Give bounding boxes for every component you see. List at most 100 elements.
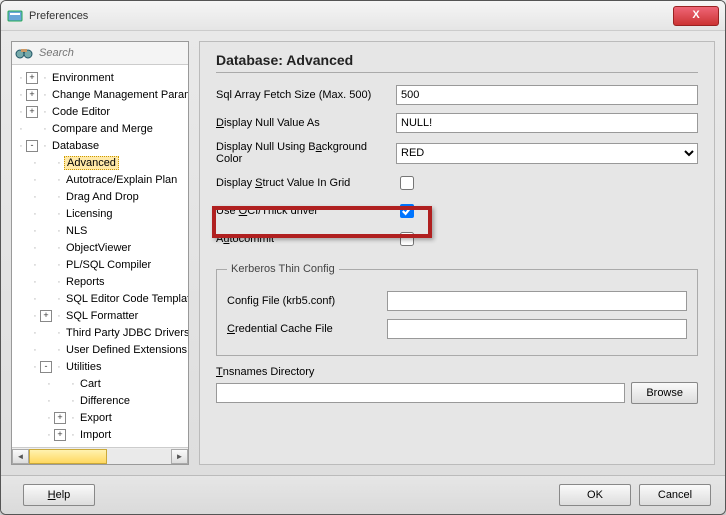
fetch-size-input[interactable]: [396, 85, 698, 105]
tree-item[interactable]: ··Advanced: [12, 154, 188, 171]
settings-panel: Database: Advanced Sql Array Fetch Size …: [199, 41, 715, 465]
search-row: [12, 42, 188, 65]
tree-item[interactable]: ··Difference: [12, 392, 188, 409]
tree-spacer: [40, 225, 52, 237]
tree-spacer: [40, 293, 52, 305]
tree-spacer: [26, 123, 38, 135]
tree-item-label: Licensing: [64, 208, 114, 220]
expand-icon[interactable]: +: [40, 310, 52, 322]
struct-grid-row: Display Struct Value In Grid: [216, 173, 698, 193]
tree-item-label: Difference: [78, 395, 132, 407]
tree-hscrollbar[interactable]: ◄ ►: [12, 447, 188, 464]
tree-item[interactable]: ··Licensing: [12, 205, 188, 222]
tree-item[interactable]: ··NLS: [12, 222, 188, 239]
dialog-footer: Help OK Cancel: [1, 475, 725, 514]
tree-item[interactable]: ··ObjectViewer: [12, 239, 188, 256]
browse-button[interactable]: Browse: [631, 382, 698, 404]
tree-spacer: [54, 378, 66, 390]
tree-item-label: Utilities: [64, 361, 103, 373]
tree-item[interactable]: ··User Defined Extensions: [12, 341, 188, 358]
tree-spacer: [40, 276, 52, 288]
collapse-icon[interactable]: -: [40, 361, 52, 373]
null-bg-row: Display Null Using Background Color RED: [216, 141, 698, 165]
krb-cred-input[interactable]: [387, 319, 687, 339]
preferences-window: Preferences X ·+·Environment·+·Change Ma…: [0, 0, 726, 515]
tree-item[interactable]: ·+·SQL Formatter: [12, 307, 188, 324]
fetch-size-label: Sql Array Fetch Size (Max. 500): [216, 89, 396, 101]
struct-grid-checkbox[interactable]: [400, 176, 414, 190]
tree-item[interactable]: ··PL/SQL Compiler: [12, 256, 188, 273]
tree-spacer: [54, 395, 66, 407]
cancel-button[interactable]: Cancel: [639, 484, 711, 506]
tree-item[interactable]: ··SQL Editor Code Templates: [12, 290, 188, 307]
tree-spacer: [40, 344, 52, 356]
expand-icon[interactable]: +: [26, 72, 38, 84]
kerberos-fieldset: Kerberos Thin Config Config File (krb5.c…: [216, 263, 698, 356]
krb-cred-label: Credential Cache File: [227, 323, 387, 335]
tree-spacer: [40, 157, 52, 169]
window-title: Preferences: [29, 10, 673, 22]
expand-icon[interactable]: +: [54, 429, 66, 441]
tree-item-label: Change Management Parameters: [50, 89, 188, 101]
tns-label: Tnsnames Directory: [216, 366, 698, 378]
search-input[interactable]: [37, 46, 185, 60]
tree-item[interactable]: ·-·Database: [12, 137, 188, 154]
tree-item[interactable]: ··Autotrace/Explain Plan: [12, 171, 188, 188]
tree-item[interactable]: ··Drag And Drop: [12, 188, 188, 205]
titlebar: Preferences X: [1, 1, 725, 31]
tree-item-label: Advanced: [64, 156, 119, 170]
app-icon: [7, 8, 23, 24]
tree-item-label: NLS: [64, 225, 89, 237]
tree-spacer: [40, 191, 52, 203]
null-bg-select[interactable]: RED: [396, 143, 698, 164]
expand-icon[interactable]: +: [26, 89, 38, 101]
autocommit-checkbox[interactable]: [400, 232, 414, 246]
tree-item[interactable]: ··Third Party JDBC Drivers: [12, 324, 188, 341]
tree-item-label: PL/SQL Compiler: [64, 259, 153, 271]
tree-item[interactable]: ·+·Environment: [12, 69, 188, 86]
kerberos-legend: Kerberos Thin Config: [227, 263, 339, 275]
autocommit-row: Autocommit: [216, 229, 698, 249]
krb-config-row: Config File (krb5.conf): [227, 291, 687, 311]
tree-item[interactable]: ·-·Utilities: [12, 358, 188, 375]
tree-item-label: Import: [78, 429, 113, 441]
tree-item[interactable]: ·+·Import: [12, 426, 188, 443]
null-bg-label: Display Null Using Background Color: [216, 141, 396, 165]
preferences-tree[interactable]: ·+·Environment·+·Change Management Param…: [12, 65, 188, 447]
scroll-thumb[interactable]: [29, 449, 107, 464]
tree-item[interactable]: ·+·Export: [12, 409, 188, 426]
null-value-input[interactable]: [396, 113, 698, 133]
tns-section: Tnsnames Directory Browse: [216, 366, 698, 404]
tree-item[interactable]: ··Reports: [12, 273, 188, 290]
ok-button[interactable]: OK: [559, 484, 631, 506]
tree-spacer: [40, 174, 52, 186]
scroll-track[interactable]: [29, 449, 171, 464]
tree-item[interactable]: ··Cart: [12, 375, 188, 392]
tns-input[interactable]: [216, 383, 625, 403]
oci-checkbox[interactable]: [400, 204, 414, 218]
tree-item-label: Database: [50, 140, 101, 152]
scroll-left-button[interactable]: ◄: [12, 449, 29, 464]
tree-item-label: SQL Editor Code Templates: [64, 293, 188, 305]
krb-config-input[interactable]: [387, 291, 687, 311]
struct-grid-label: Display Struct Value In Grid: [216, 177, 396, 189]
tree-item-label: Third Party JDBC Drivers: [64, 327, 188, 339]
collapse-icon[interactable]: -: [26, 140, 38, 152]
close-button[interactable]: X: [673, 6, 719, 26]
tree-item-label: User Defined Extensions: [64, 344, 188, 356]
tree-spacer: [40, 208, 52, 220]
window-body: ·+·Environment·+·Change Management Param…: [1, 31, 725, 475]
null-value-label: Display Null Value As: [216, 117, 396, 129]
expand-icon[interactable]: +: [26, 106, 38, 118]
tree-item-label: Code Editor: [50, 106, 112, 118]
expand-icon[interactable]: +: [54, 412, 66, 424]
fetch-size-row: Sql Array Fetch Size (Max. 500): [216, 85, 698, 105]
tree-spacer: [40, 242, 52, 254]
help-button[interactable]: Help: [23, 484, 95, 506]
heading-divider: [216, 72, 698, 73]
autocommit-label: Autocommit: [216, 233, 396, 245]
scroll-right-button[interactable]: ►: [171, 449, 188, 464]
tree-item[interactable]: ··Compare and Merge: [12, 120, 188, 137]
tree-item[interactable]: ·+·Change Management Parameters: [12, 86, 188, 103]
tree-item[interactable]: ·+·Code Editor: [12, 103, 188, 120]
